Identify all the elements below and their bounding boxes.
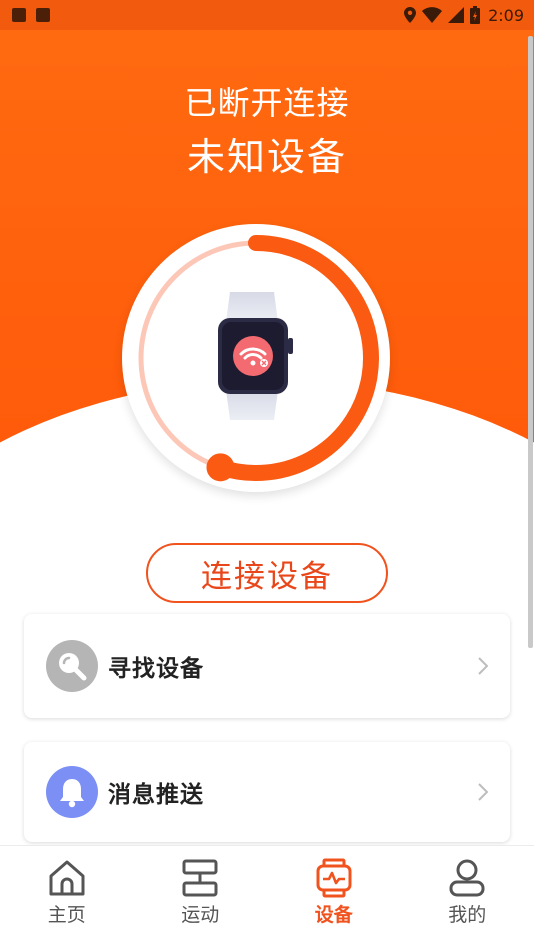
status-bar: 2:09	[0, 0, 534, 30]
system-status: 2:09	[404, 6, 524, 25]
notification-icons	[12, 8, 50, 22]
wifi-icon	[422, 7, 443, 23]
location-icon	[404, 7, 417, 23]
scrollbar[interactable]	[528, 36, 533, 648]
connect-device-button[interactable]: 连接设备	[146, 543, 388, 603]
bell-icon	[46, 766, 98, 818]
chevron-right-icon	[478, 657, 488, 675]
chevron-right-icon	[478, 783, 488, 801]
nav-label-device: 设备	[314, 904, 353, 926]
nav-item-sport[interactable]: 运动	[134, 846, 268, 950]
nav-label-sport: 运动	[181, 904, 220, 926]
connection-status-text: 已断开连接	[184, 84, 350, 122]
sport-icon	[182, 859, 218, 897]
smartwatch-icon	[218, 292, 293, 420]
clock: 2:09	[488, 5, 524, 25]
message-push-card[interactable]: 消息推送	[24, 742, 510, 842]
nav-item-device[interactable]: 设备	[267, 846, 401, 950]
notification-icon	[36, 8, 50, 22]
notification-icon	[12, 8, 26, 22]
user-icon	[449, 859, 485, 897]
home-icon	[49, 860, 85, 896]
message-push-label: 消息推送	[108, 782, 204, 808]
signal-icon	[448, 7, 465, 23]
device-name: 未知设备	[186, 135, 347, 179]
nav-label-home: 主页	[47, 904, 86, 926]
device-icon	[316, 858, 352, 898]
find-device-label: 寻找设备	[108, 656, 204, 682]
search-icon	[46, 640, 98, 692]
nav-item-home[interactable]: 主页	[0, 846, 134, 950]
ring-knob	[206, 453, 235, 482]
nav-item-mine[interactable]: 我的	[401, 846, 534, 950]
nav-label-mine: 我的	[448, 904, 487, 926]
connection-ring	[122, 224, 390, 492]
bottom-nav: 主页 运动 设备 我的	[0, 845, 534, 950]
battery-icon	[470, 6, 481, 24]
find-device-card[interactable]: 寻找设备	[24, 614, 510, 718]
